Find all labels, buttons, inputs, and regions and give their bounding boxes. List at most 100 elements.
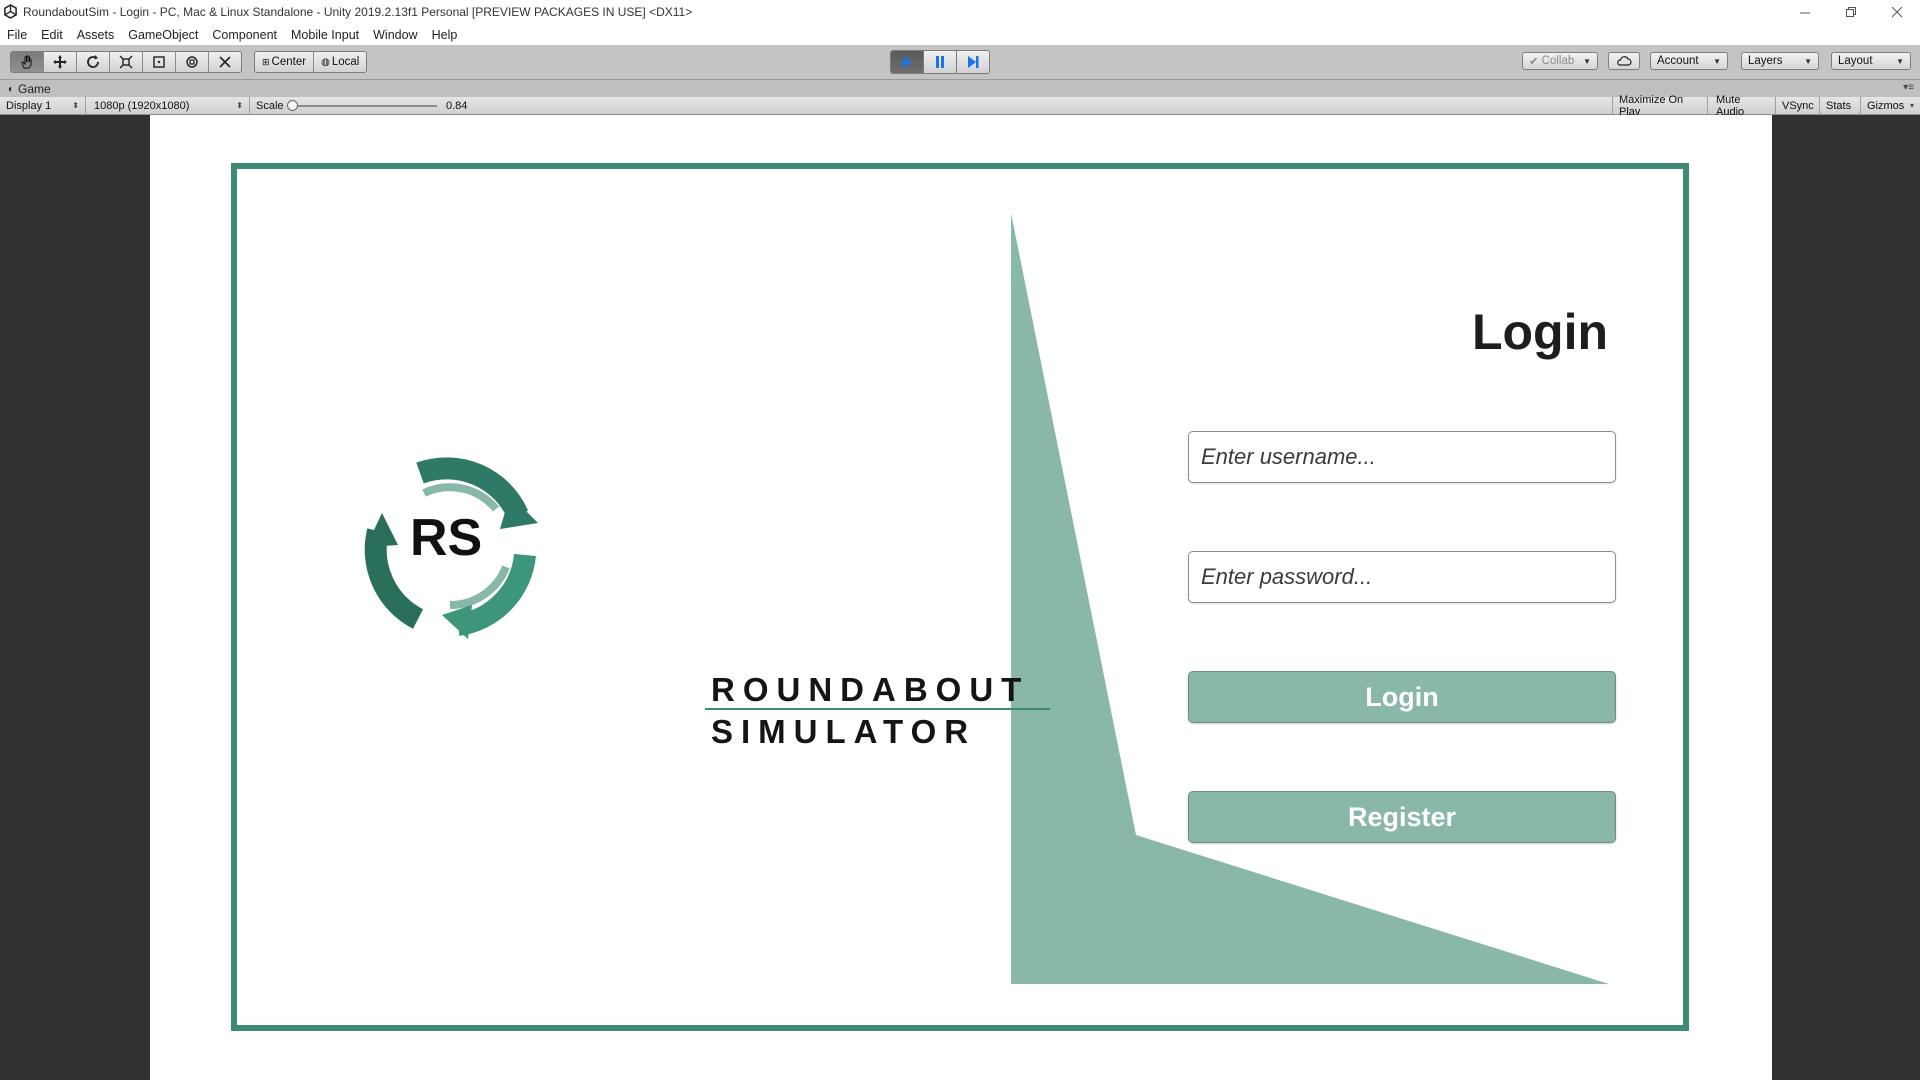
- chevron-updown-icon: ⬍: [72, 101, 79, 110]
- hand-tool-button[interactable]: [11, 52, 44, 72]
- rotate-tool-button[interactable]: [77, 52, 110, 72]
- step-icon: [968, 56, 979, 68]
- maximize-on-play-label: Maximize On Play: [1619, 93, 1684, 118]
- layout-dropdown[interactable]: Layout ▼: [1831, 52, 1911, 70]
- scale-slider-track[interactable]: [292, 105, 437, 107]
- layers-label: Layers: [1748, 55, 1783, 67]
- game-controller-icon: ◐: [8, 83, 15, 95]
- menu-window[interactable]: Window: [366, 28, 424, 42]
- gizmos-dropdown[interactable]: Gizmos ▾: [1861, 97, 1920, 114]
- password-placeholder: Enter password...: [1201, 564, 1373, 589]
- game-tab-label: Game: [18, 82, 51, 96]
- rotation-local-button[interactable]: ◍ Local: [314, 52, 366, 72]
- stats-label: Stats: [1826, 99, 1852, 112]
- game-viewport: RS ROUNDABOUT SIMULATOR Login Enter user…: [0, 115, 1920, 1080]
- menu-bar: File Edit Assets GameObject Component Mo…: [0, 24, 1920, 45]
- move-icon: [53, 55, 67, 69]
- maximize-on-play-toggle[interactable]: Maximize On Play: [1612, 94, 1708, 118]
- cloud-icon: [1617, 56, 1632, 66]
- window-title: RoundaboutSim - Login - PC, Mac & Linux …: [23, 5, 693, 19]
- logo-line-roundabout: ROUNDABOUT: [711, 671, 1030, 708]
- transform-tool-button[interactable]: [176, 52, 209, 72]
- pause-icon: [936, 56, 944, 68]
- menu-help[interactable]: Help: [425, 28, 465, 42]
- move-tool-button[interactable]: [44, 52, 77, 72]
- game-canvas: RS ROUNDABOUT SIMULATOR Login Enter user…: [150, 115, 1772, 1080]
- restore-button[interactable]: [1828, 0, 1874, 24]
- game-view-toolbar: Display 1 ⬍ 1080p (1920x1080) ⬍ Scale 0.…: [0, 94, 1920, 118]
- chevron-down-icon: ▼: [1583, 56, 1591, 66]
- step-button[interactable]: [957, 51, 989, 73]
- chevron-down-icon: ▼: [1896, 56, 1904, 66]
- transform-icon: [186, 56, 198, 68]
- resolution-label: 1080p (1920x1080): [94, 99, 190, 112]
- chevron-down-icon: ▼: [1804, 56, 1812, 66]
- chevron-down-icon: ▾: [1909, 101, 1914, 110]
- scale-tool-button[interactable]: [110, 52, 143, 72]
- logo-line-simulator: SIMULATOR: [711, 713, 977, 750]
- chevron-down-icon: ▼: [1713, 56, 1721, 66]
- cloud-button[interactable]: [1608, 52, 1640, 70]
- play-icon: [903, 56, 912, 68]
- chevron-updown-icon: ⬍: [236, 101, 243, 110]
- local-rotation-icon: ◍: [321, 56, 330, 68]
- login-heading: Login: [1471, 304, 1609, 360]
- game-tab[interactable]: ◐ Game: [8, 81, 51, 97]
- collab-dropdown[interactable]: ✔ Collab ▼: [1522, 52, 1598, 70]
- scale-slider-handle[interactable]: [287, 100, 298, 111]
- close-button[interactable]: [1874, 0, 1920, 24]
- register-button-label: Register: [1347, 801, 1457, 832]
- rect-icon: [153, 56, 165, 68]
- logo-divider: [705, 708, 1050, 710]
- display-label: Display 1: [6, 99, 52, 112]
- custom-tool-button[interactable]: [209, 52, 241, 72]
- layout-label: Layout: [1838, 55, 1873, 67]
- pivot-toggles: ⊞ Center ◍ Local: [254, 51, 368, 73]
- register-button[interactable]: Register: [1188, 791, 1616, 843]
- tab-menu-icon[interactable]: ▾≡: [1903, 82, 1914, 93]
- resolution-dropdown[interactable]: 1080p (1920x1080) ⬍: [88, 97, 250, 114]
- menu-gameobject[interactable]: GameObject: [121, 28, 205, 42]
- restore-icon: [1845, 6, 1856, 17]
- menu-assets[interactable]: Assets: [70, 28, 122, 42]
- menu-mobile-input[interactable]: Mobile Input: [284, 28, 366, 42]
- title-bar: RoundaboutSim - Login - PC, Mac & Linux …: [0, 0, 1920, 24]
- rotate-icon: [87, 55, 99, 68]
- mute-audio-label: Mute Audio: [1716, 93, 1745, 118]
- username-input[interactable]: Enter username...: [1188, 431, 1616, 483]
- logo-letters: RS: [410, 509, 482, 567]
- menu-edit[interactable]: Edit: [34, 28, 70, 42]
- scale-label: Scale: [256, 99, 284, 112]
- menu-component[interactable]: Component: [205, 28, 284, 42]
- rect-tool-button[interactable]: [143, 52, 176, 72]
- pivot-center-label: Center: [271, 56, 307, 68]
- pivot-icon: ⊞: [262, 56, 270, 67]
- password-input[interactable]: Enter password...: [1188, 551, 1616, 603]
- pivot-center-button[interactable]: ⊞ Center: [255, 52, 315, 72]
- scale-value: 0.84: [446, 99, 468, 112]
- account-label: Account: [1657, 55, 1699, 67]
- gizmos-label: Gizmos: [1867, 99, 1905, 112]
- hand-icon: [21, 55, 32, 69]
- tools-icon: [219, 56, 231, 68]
- account-dropdown[interactable]: Account ▼: [1650, 52, 1728, 70]
- layers-dropdown[interactable]: Layers ▼: [1741, 52, 1819, 70]
- transform-tools: [10, 51, 242, 73]
- minimize-button[interactable]: [1782, 0, 1828, 24]
- vsync-label: VSync: [1782, 99, 1814, 112]
- unity-logo-icon: [4, 4, 17, 19]
- play-button[interactable]: [891, 51, 924, 73]
- minimize-icon: [1799, 12, 1810, 13]
- roundabout-logo-icon: RS: [364, 457, 538, 639]
- close-icon: [1891, 6, 1902, 17]
- display-dropdown[interactable]: Display 1 ⬍: [0, 97, 86, 114]
- menu-file[interactable]: File: [0, 28, 34, 42]
- login-button-label: Login: [1365, 681, 1439, 712]
- login-button[interactable]: Login: [1188, 671, 1616, 723]
- rotation-local-label: Local: [331, 56, 360, 68]
- main-toolbar: ⊞ Center ◍ Local ✔ Collab ▼ Account ▼ La…: [0, 45, 1920, 80]
- stats-toggle[interactable]: Stats: [1820, 97, 1861, 114]
- mute-audio-toggle[interactable]: Mute Audio: [1710, 94, 1776, 118]
- vsync-toggle[interactable]: VSync: [1776, 97, 1820, 114]
- pause-button[interactable]: [924, 51, 957, 73]
